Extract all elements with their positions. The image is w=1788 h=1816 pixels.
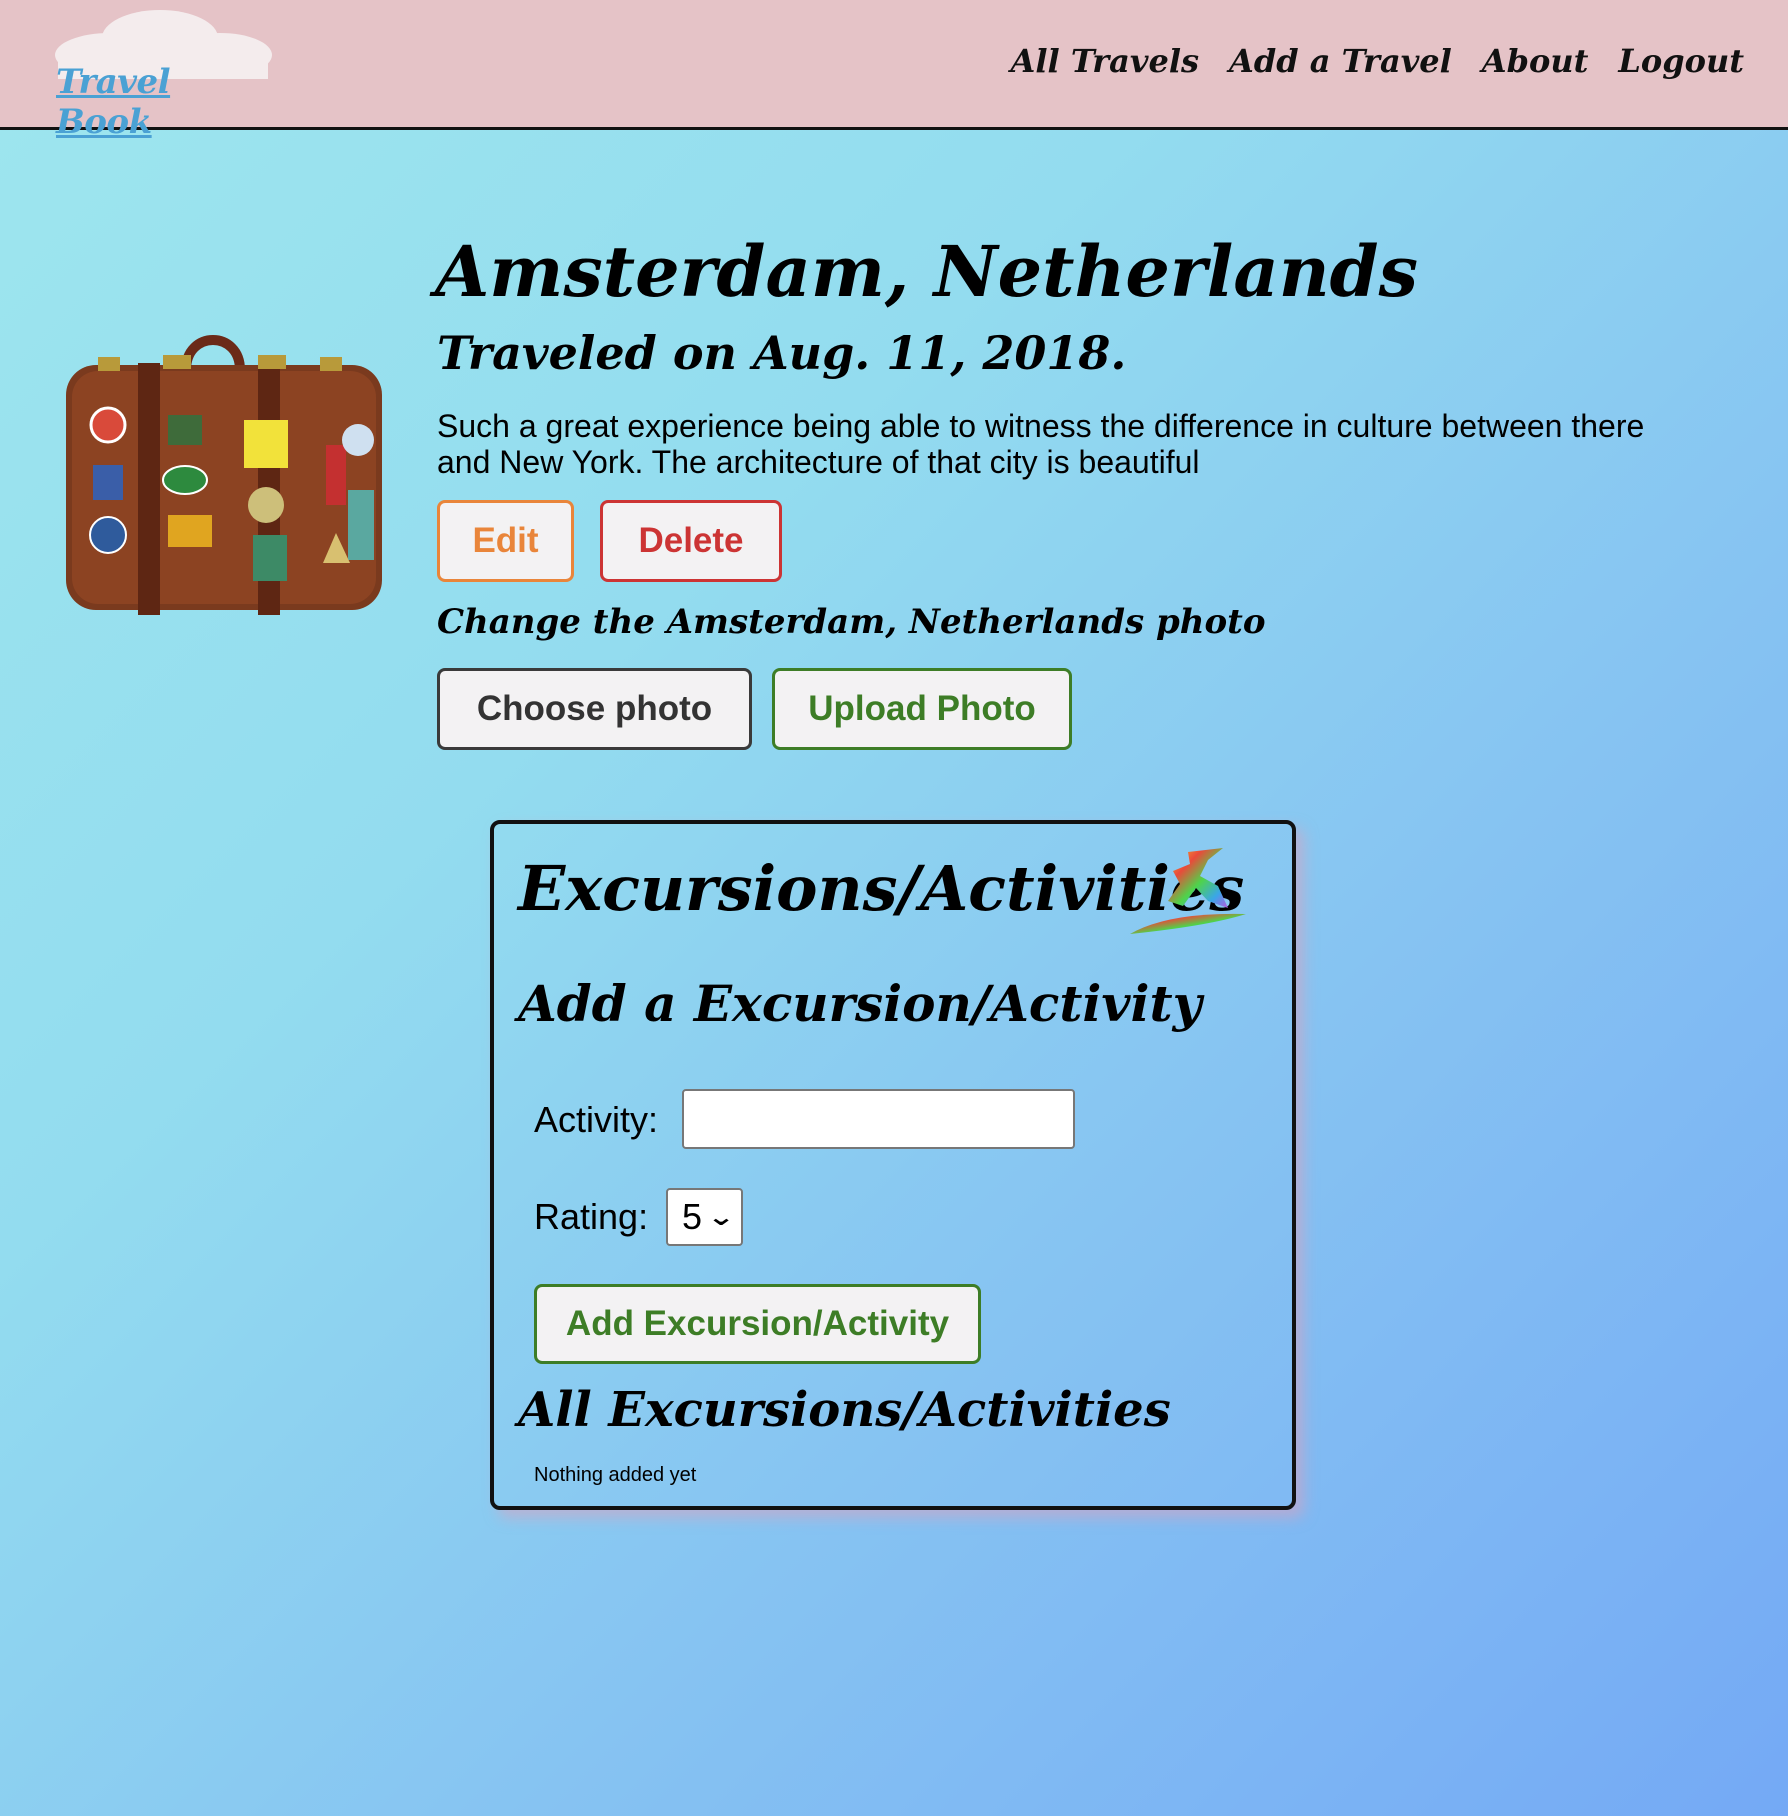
suitcase-image — [66, 335, 382, 615]
upload-photo-button[interactable]: Upload Photo — [772, 668, 1072, 750]
add-excursion-heading: Add a Excursion/Activity — [518, 974, 1202, 1033]
logo-text[interactable]: Travel Book — [56, 62, 276, 142]
change-photo-heading: Change the Amsterdam, Netherlands photo — [437, 602, 1266, 642]
rating-select[interactable]: 5 ⌄ — [666, 1188, 743, 1246]
activity-label: Activity: — [534, 1099, 659, 1140]
page-title: Amsterdam, Netherlands — [435, 230, 1419, 313]
travel-description: Such a great experience being able to wi… — [437, 408, 1645, 480]
chevron-down-icon: ⌄ — [706, 1203, 736, 1231]
traveled-date: Traveled on Aug. 11, 2018. — [437, 326, 1127, 380]
empty-state-text: Nothing added yet — [534, 1464, 697, 1486]
add-excursion-button[interactable]: Add Excursion/Activity — [534, 1284, 981, 1364]
logo[interactable]: Travel Book — [50, 10, 276, 142]
delete-button[interactable]: Delete — [600, 500, 782, 582]
excursions-card: Excursions/Activities Add a Excursion/Ac… — [490, 820, 1296, 1510]
nav-logout[interactable]: Logout — [1618, 42, 1744, 80]
activity-input[interactable] — [682, 1089, 1075, 1149]
edit-button[interactable]: Edit — [437, 500, 574, 582]
nav-about[interactable]: About — [1482, 42, 1589, 80]
rating-label: Rating: — [534, 1196, 649, 1237]
nav-all-travels[interactable]: All Travels — [1011, 42, 1199, 80]
nav-links: All Travels Add a Travel About Logout — [1011, 42, 1744, 80]
rating-value: 5 — [682, 1196, 703, 1237]
surfer-icon — [1130, 848, 1246, 934]
navbar: Travel Book All Travels Add a Travel Abo… — [0, 0, 1788, 142]
choose-photo-button[interactable]: Choose photo — [437, 668, 752, 750]
nav-add-travel[interactable]: Add a Travel — [1229, 42, 1452, 80]
all-excursions-heading: All Excursions/Activities — [518, 1382, 1171, 1438]
